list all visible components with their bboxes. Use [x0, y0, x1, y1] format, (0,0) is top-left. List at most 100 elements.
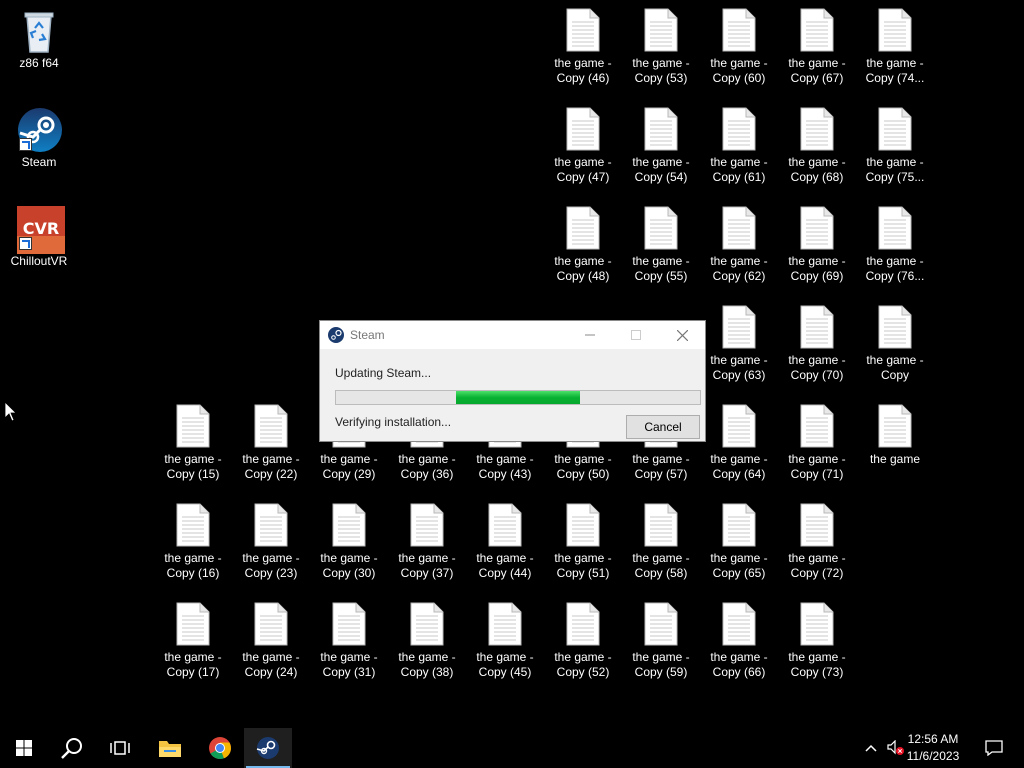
maximize-icon: [631, 330, 641, 340]
dialog-title-bar[interactable]: Steam: [320, 321, 705, 349]
text-document-icon: [405, 602, 449, 648]
desktop-file-icon[interactable]: the game - Copy (55): [623, 200, 699, 284]
desktop-file-icon[interactable]: the game - Copy (68): [779, 101, 855, 185]
desktop-file-label: the game - Copy (15): [164, 452, 222, 481]
desktop-file-icon[interactable]: the game - Copy (72): [779, 497, 855, 581]
desktop-file-icon[interactable]: the game - Copy (65): [701, 497, 777, 581]
desktop-file-icon[interactable]: the game - Copy (71): [779, 398, 855, 482]
desktop-file-label: the game - Copy (44): [476, 551, 534, 580]
cancel-button[interactable]: Cancel: [626, 415, 700, 439]
desktop-file-icon[interactable]: the game - Copy (75...: [857, 101, 933, 185]
desktop-file-icon[interactable]: the game - Copy: [857, 299, 933, 383]
desktop-file-icon[interactable]: the game - Copy (73): [779, 596, 855, 680]
desktop-file-icon[interactable]: the game - Copy (60): [701, 2, 777, 86]
desktop-file-icon[interactable]: the game - Copy (61): [701, 101, 777, 185]
chrome-taskbar-button[interactable]: [196, 728, 244, 768]
desktop-file-icon[interactable]: the game - Copy (74...: [857, 2, 933, 86]
desktop-file-icon[interactable]: the game - Copy (23): [233, 497, 309, 581]
minimize-button[interactable]: [567, 321, 613, 349]
desktop-file-icon[interactable]: the game: [857, 398, 933, 467]
desktop-file-icon[interactable]: the game - Copy (54): [623, 101, 699, 185]
task-view-button[interactable]: [96, 728, 144, 768]
verify-status-text: Verifying installation...: [335, 415, 452, 429]
show-hidden-icons-button[interactable]: [858, 728, 884, 768]
text-document-icon: [795, 107, 839, 153]
desktop-file-icon[interactable]: the game - Copy (30): [311, 497, 387, 581]
desktop-icon-steam[interactable]: Steam: [1, 101, 77, 170]
text-document-icon: [171, 602, 215, 648]
search-button[interactable]: [48, 728, 96, 768]
desktop-file-label: the game - Copy: [866, 353, 924, 382]
desktop-file-icon[interactable]: the game - Copy (45): [467, 596, 543, 680]
desktop-file-icon[interactable]: the game - Copy (15): [155, 398, 231, 482]
text-document-icon: [249, 503, 293, 549]
desktop-file-label: the game - Copy (48): [554, 254, 612, 283]
text-document-icon: [873, 8, 917, 54]
text-document-icon: [483, 602, 527, 648]
desktop-file-label: the game - Copy (60): [710, 56, 768, 85]
desktop-file-label: the game - Copy (38): [398, 650, 456, 679]
clock-date: 11/6/2023: [906, 749, 960, 763]
desktop-file-icon[interactable]: the game - Copy (64): [701, 398, 777, 482]
text-document-icon: [171, 503, 215, 549]
desktop-file-label: the game - Copy (31): [320, 650, 378, 679]
desktop-file-icon[interactable]: the game - Copy (46): [545, 2, 621, 86]
desktop-file-icon[interactable]: the game - Copy (48): [545, 200, 621, 284]
text-document-icon: [483, 503, 527, 549]
desktop-file-icon[interactable]: the game - Copy (76...: [857, 200, 933, 284]
steam-icon: [256, 737, 279, 759]
start-button[interactable]: [0, 728, 48, 768]
desktop-file-icon[interactable]: the game - Copy (70): [779, 299, 855, 383]
text-document-icon: [717, 305, 761, 351]
close-button[interactable]: [659, 321, 705, 349]
desktop-file-icon[interactable]: the game - Copy (66): [701, 596, 777, 680]
desktop-icon-chilloutvr[interactable]: CVR ChilloutVR: [1, 200, 77, 269]
system-clock[interactable]: 12:56 AM 11/6/2023: [898, 731, 968, 765]
text-document-icon: [873, 206, 917, 252]
svg-text:CVR: CVR: [23, 219, 59, 238]
desktop-file-icon[interactable]: the game - Copy (31): [311, 596, 387, 680]
notification-center-button[interactable]: [970, 728, 1018, 768]
text-document-icon: [795, 602, 839, 648]
desktop-file-icon[interactable]: the game - Copy (67): [779, 2, 855, 86]
desktop-file-icon[interactable]: the game - Copy (44): [467, 497, 543, 581]
desktop-file-icon[interactable]: the game - Copy (58): [623, 497, 699, 581]
desktop-file-icon[interactable]: the game - Copy (24): [233, 596, 309, 680]
desktop-icon-recycle-bin[interactable]: z86 f64: [1, 2, 77, 71]
windows-start-icon: [16, 740, 32, 756]
text-document-icon: [249, 602, 293, 648]
text-document-icon: [561, 503, 605, 549]
progress-bar-fill: [456, 391, 580, 404]
steam-taskbar-button[interactable]: [244, 728, 292, 768]
desktop-file-icon[interactable]: the game - Copy (63): [701, 299, 777, 383]
file-explorer-taskbar-button[interactable]: [146, 728, 194, 768]
shortcut-arrow-icon: [19, 237, 32, 250]
desktop-file-icon[interactable]: the game - Copy (47): [545, 101, 621, 185]
desktop-file-label: the game - Copy (30): [320, 551, 378, 580]
desktop-file-icon[interactable]: the game - Copy (51): [545, 497, 621, 581]
desktop-file-label: the game - Copy (24): [242, 650, 300, 679]
close-icon: [676, 329, 688, 341]
desktop-file-label: the game - Copy (47): [554, 155, 612, 184]
desktop-file-label: the game - Copy (29): [320, 452, 378, 481]
desktop-file-icon[interactable]: the game - Copy (69): [779, 200, 855, 284]
progress-bar: [335, 390, 701, 405]
desktop-file-icon[interactable]: the game - Copy (52): [545, 596, 621, 680]
desktop-file-label: the game - Copy (16): [164, 551, 222, 580]
desktop-file-icon[interactable]: the game - Copy (38): [389, 596, 465, 680]
notification-icon: [985, 740, 1003, 756]
maximize-button[interactable]: [613, 321, 659, 349]
text-document-icon: [717, 503, 761, 549]
desktop-file-icon[interactable]: the game - Copy (37): [389, 497, 465, 581]
desktop-file-icon[interactable]: the game - Copy (22): [233, 398, 309, 482]
desktop-file-icon[interactable]: the game - Copy (59): [623, 596, 699, 680]
desktop-file-icon[interactable]: the game - Copy (62): [701, 200, 777, 284]
chrome-icon: [209, 737, 232, 760]
text-document-icon: [795, 404, 839, 450]
desktop-file-label: the game - Copy (58): [632, 551, 690, 580]
text-document-icon: [795, 206, 839, 252]
desktop-file-icon[interactable]: the game - Copy (16): [155, 497, 231, 581]
desktop-file-icon[interactable]: the game - Copy (53): [623, 2, 699, 86]
desktop-file-icon[interactable]: the game - Copy (17): [155, 596, 231, 680]
text-document-icon: [171, 404, 215, 450]
